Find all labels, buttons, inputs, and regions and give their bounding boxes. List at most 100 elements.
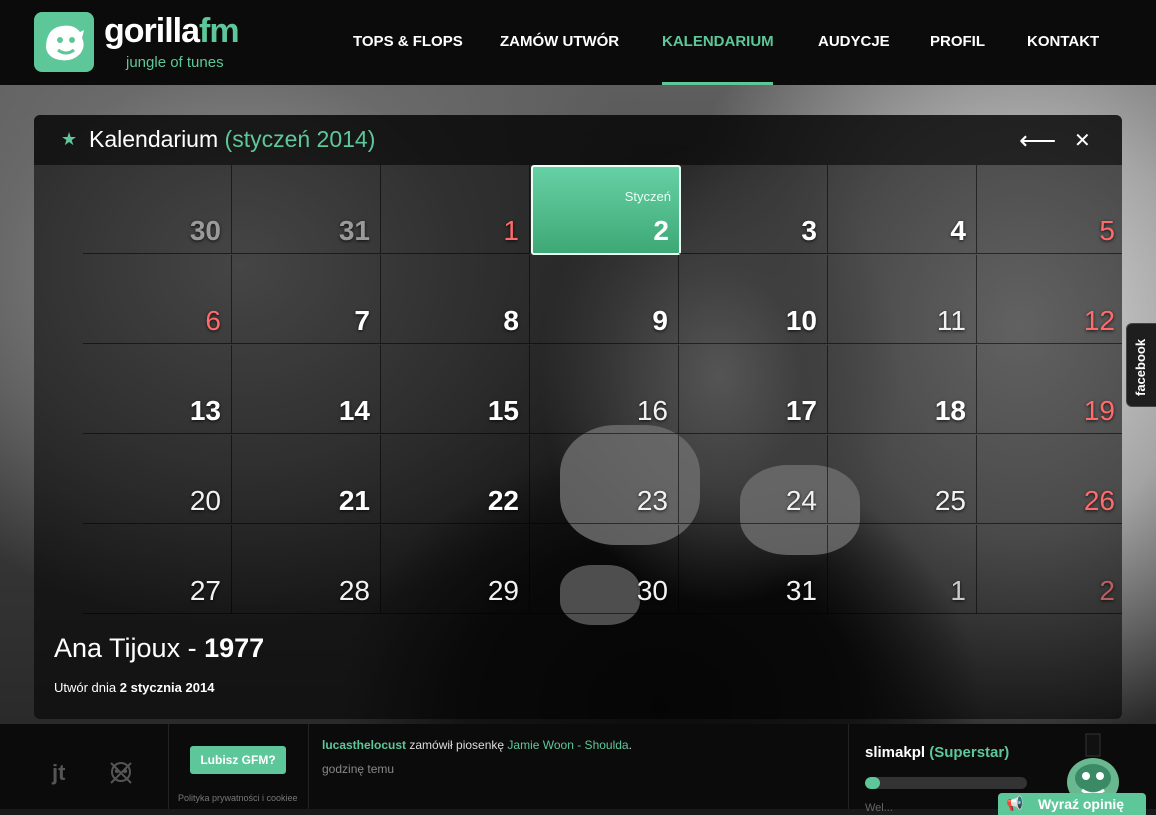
day-number: 17 <box>785 395 817 426</box>
calendar-day[interactable]: 11 <box>828 255 977 344</box>
day-number: 22 <box>487 485 519 516</box>
calendar-day[interactable]: 21 <box>232 435 381 524</box>
calendar-day[interactable]: 17 <box>679 345 828 434</box>
calendar-day[interactable]: 5 <box>977 165 1122 254</box>
day-number: 6 <box>205 305 221 336</box>
nav-zamow-utwor[interactable]: ZAMÓW UTWÓR <box>500 33 619 50</box>
day-number: 2 <box>1099 575 1115 606</box>
day-number: 10 <box>785 305 817 336</box>
footer-divider <box>848 724 849 809</box>
calendar-day[interactable]: 9 <box>530 255 679 344</box>
day-number: 3 <box>801 215 817 246</box>
calendar-day[interactable]: Styczeń 2 <box>531 165 681 255</box>
nav-kontakt[interactable]: KONTAKT <box>1027 33 1099 50</box>
calendar-day[interactable]: 8 <box>381 255 530 344</box>
day-number: 15 <box>487 395 519 426</box>
day-number: 21 <box>338 485 370 516</box>
day-number: 11 <box>936 305 966 336</box>
user-name[interactable]: slimakpl (Superstar) <box>865 744 1009 761</box>
welcome-text: Wel... <box>865 802 893 814</box>
activity-feed-item: lucasthelocust zamówił piosenkę Jamie Wo… <box>322 738 632 752</box>
megaphone-icon: 📢 <box>1006 795 1024 811</box>
skull-icon[interactable] <box>106 759 136 789</box>
day-number: 5 <box>1099 215 1115 246</box>
calendar-day[interactable]: 12 <box>977 255 1122 344</box>
facebook-side-tab[interactable]: facebook <box>1126 323 1156 407</box>
user-progress-bar <box>865 777 1027 789</box>
progress-fill <box>865 777 880 789</box>
gorilla-logo-icon[interactable] <box>34 12 94 72</box>
calendar-day[interactable]: 18 <box>828 345 977 434</box>
selected-month-label: Styczeń <box>624 189 671 204</box>
calendar-day[interactable]: 26 <box>977 435 1122 524</box>
calendar-day[interactable]: 22 <box>381 435 530 524</box>
jt-logo-icon[interactable]: jt <box>52 760 65 786</box>
day-number: 13 <box>189 395 221 426</box>
calendar-day[interactable]: 30 <box>530 525 679 614</box>
day-number: 23 <box>636 485 668 516</box>
calendar-day[interactable]: 29 <box>381 525 530 614</box>
day-number: 27 <box>189 575 221 606</box>
calendar-day[interactable]: 13 <box>83 345 232 434</box>
calendar-day[interactable]: 28 <box>232 525 381 614</box>
nav-audycje[interactable]: AUDYCJE <box>818 33 890 50</box>
calendar-day[interactable]: 25 <box>828 435 977 524</box>
arrow-left-icon[interactable]: ⟵ <box>1019 125 1056 156</box>
active-nav-indicator <box>662 82 773 85</box>
calendar-day[interactable]: 6 <box>83 255 232 344</box>
day-number: 18 <box>934 395 966 426</box>
activity-track-link[interactable]: Jamie Woon - Shoulda <box>507 738 628 752</box>
day-number: 30 <box>636 575 668 606</box>
song-of-day[interactable]: Ana Tijoux - 1977 <box>54 633 264 664</box>
footer-divider <box>308 724 309 809</box>
calendar-day[interactable]: 15 <box>381 345 530 434</box>
day-number: 26 <box>1083 485 1115 516</box>
nav-tops-flops[interactable]: TOPS & FLOPS <box>353 33 463 50</box>
day-number: 14 <box>338 395 370 426</box>
calendar-grid: 30 31 1 Styczeń 2 3 4 5 6 7 8 9 10 11 12 13 14 15 16 17 18 19… <box>83 165 1122 615</box>
activity-user-link[interactable]: lucasthelocust <box>322 738 406 752</box>
day-number: 24 <box>785 485 817 516</box>
day-number: 12 <box>1083 305 1115 336</box>
calendar-day[interactable]: 24 <box>679 435 828 524</box>
site-footer: jt Lubisz GFM? Polityka prywatności i co… <box>0 724 1156 815</box>
song-date: Utwór dnia 2 stycznia 2014 <box>54 680 215 695</box>
day-number: 4 <box>950 215 966 246</box>
calendar-day[interactable]: 2 <box>977 525 1122 614</box>
site-header: gorillafm jungle of tunes TOPS & FLOPS Z… <box>0 0 1156 85</box>
day-number: 29 <box>487 575 519 606</box>
privacy-link[interactable]: Polityka prywatności i cookiee <box>178 793 298 803</box>
like-gfm-button[interactable]: Lubisz GFM? <box>190 746 286 774</box>
day-number: 9 <box>652 305 668 336</box>
day-number: 16 <box>636 395 668 426</box>
calendar-day[interactable]: 16 <box>530 345 679 434</box>
nav-kalendarium[interactable]: KALENDARIUM <box>662 33 774 50</box>
day-number: 20 <box>189 485 221 516</box>
calendar-day[interactable]: 30 <box>83 165 232 254</box>
calendar-day[interactable]: 3 <box>679 165 828 254</box>
calendar-panel: ★ Kalendarium (styczeń 2014) ⟵ ✕ 30 31 1 St… <box>34 115 1122 719</box>
day-number: 31 <box>338 215 370 246</box>
calendar-day[interactable]: 20 <box>83 435 232 524</box>
calendar-day[interactable]: 1 <box>828 525 977 614</box>
day-number: 30 <box>189 215 221 246</box>
calendar-day[interactable]: 19 <box>977 345 1122 434</box>
calendar-day[interactable]: 1 <box>381 165 530 254</box>
calendar-title: Kalendarium (styczeń 2014) <box>89 126 376 152</box>
day-number: 31 <box>785 575 817 606</box>
opinion-button[interactable]: 📢 Wyraź opinię <box>998 793 1146 815</box>
brand-name[interactable]: gorillafm <box>104 12 240 51</box>
close-icon[interactable]: ✕ <box>1074 128 1091 153</box>
calendar-day[interactable]: 23 <box>530 435 679 524</box>
calendar-header: ★ Kalendarium (styczeń 2014) ⟵ ✕ <box>34 115 1122 165</box>
calendar-day[interactable]: 10 <box>679 255 828 344</box>
calendar-day[interactable]: 4 <box>828 165 977 254</box>
nav-profil[interactable]: PROFIL <box>930 33 985 50</box>
calendar-day[interactable]: 14 <box>232 345 381 434</box>
calendar-day[interactable]: 7 <box>232 255 381 344</box>
calendar-day[interactable]: 27 <box>83 525 232 614</box>
calendar-day[interactable]: 31 <box>232 165 381 254</box>
calendar-day[interactable]: 31 <box>679 525 828 614</box>
day-number: 2 <box>653 215 669 246</box>
day-number: 1 <box>950 575 966 606</box>
